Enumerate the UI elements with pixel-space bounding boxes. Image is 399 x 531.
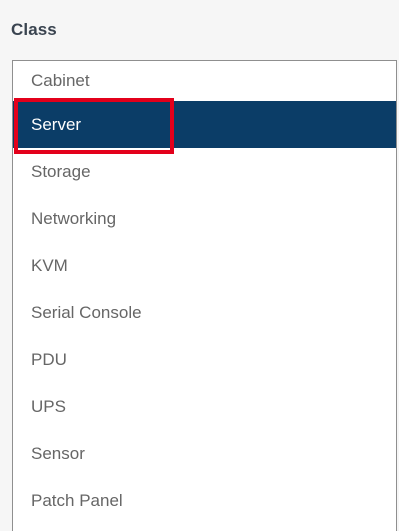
option-server[interactable]: Server: [13, 101, 396, 148]
class-label: Class: [11, 20, 57, 39]
option-storage[interactable]: Storage: [13, 148, 396, 195]
class-field: Class Cabinet Server Storage Networking …: [0, 0, 399, 531]
option-kvm[interactable]: KVM: [13, 242, 396, 289]
option-pdu[interactable]: PDU: [13, 336, 396, 383]
option-sensor[interactable]: Sensor: [13, 430, 396, 477]
option-networking[interactable]: Networking: [13, 195, 396, 242]
class-listbox[interactable]: Cabinet Server Storage Networking KVM Se…: [12, 60, 397, 531]
option-patch-panel[interactable]: Patch Panel: [13, 477, 396, 524]
option-ups[interactable]: UPS: [13, 383, 396, 430]
option-serial-console[interactable]: Serial Console: [13, 289, 396, 336]
option-cabinet[interactable]: Cabinet: [13, 61, 396, 101]
